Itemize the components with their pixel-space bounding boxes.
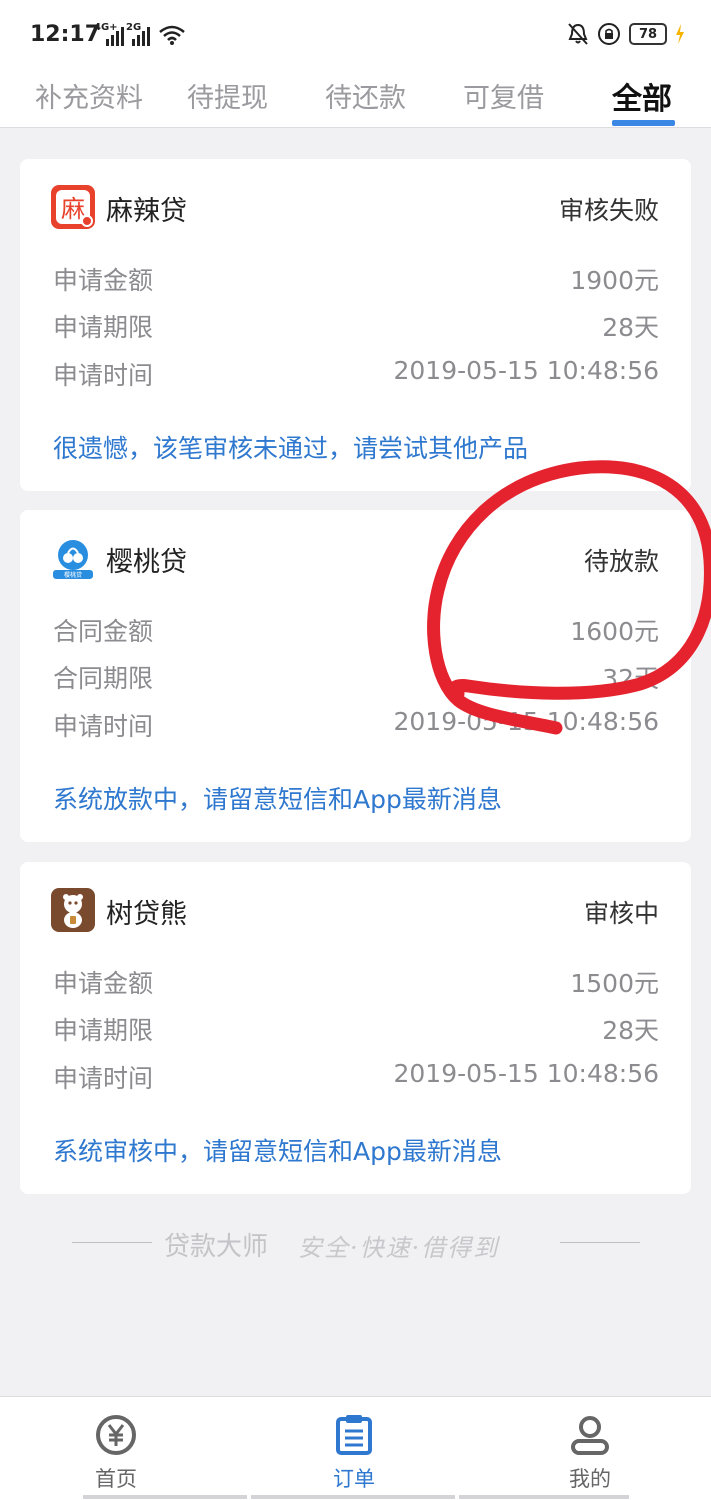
slogan-divider-right xyxy=(560,1242,640,1243)
order-status: 待放款 xyxy=(583,547,659,576)
slogan-tagline: 安全·快速·借得到 xyxy=(298,1234,500,1262)
rotation-lock-icon xyxy=(598,23,620,45)
user-icon xyxy=(571,1416,609,1455)
order-card-3[interactable]: 树贷熊 审核中 申请金额 1500元 申请期限 28天 申请时间 2019-05… xyxy=(20,862,691,1194)
row-value: 28天 xyxy=(602,313,659,342)
row-label: 申请时间 xyxy=(53,1064,154,1093)
row-label: 申请金额 xyxy=(53,266,154,295)
row-label: 申请时间 xyxy=(53,361,154,390)
order-message[interactable]: 很遗憾，该笔审核未通过，请尝试其他产品 xyxy=(53,429,528,465)
row-value: 2019-05-15 10:48:56 xyxy=(393,707,659,736)
tab-all[interactable]: 全部 xyxy=(612,74,672,118)
tab-supplement-info[interactable]: 补充资料 xyxy=(35,76,143,115)
bottom-nav: 首页 订单 我的 xyxy=(0,1396,711,1500)
status-time: 12:17 xyxy=(30,22,101,47)
yuan-icon xyxy=(96,1415,136,1455)
logo-char: 麻 xyxy=(61,195,85,223)
order-status: 审核失败 xyxy=(558,196,659,225)
row-value: 1900元 xyxy=(570,266,659,295)
row-value: 2019-05-15 10:48:56 xyxy=(393,356,659,385)
row-label: 申请期限 xyxy=(53,313,154,342)
nav-profile[interactable]: 我的 xyxy=(530,1409,650,1495)
order-message[interactable]: 系统审核中，请留意短信和App最新消息 xyxy=(53,1132,502,1168)
tab-indicator xyxy=(612,120,675,126)
order-card-1[interactable]: 麻 麻辣贷 审核失败 申请金额 1900元 申请期限 28天 申请时间 2019… xyxy=(20,159,691,491)
row-label: 合同期限 xyxy=(53,664,154,693)
signal-4g-icon: 4G+ xyxy=(94,22,124,48)
row-value: 32天 xyxy=(602,664,659,693)
row-value: 1600元 xyxy=(570,617,659,646)
slogan-divider-left xyxy=(72,1242,152,1243)
nav-label: 我的 xyxy=(569,1467,611,1491)
charging-icon xyxy=(676,24,684,44)
nav-label: 订单 xyxy=(333,1467,375,1491)
nav-label: 首页 xyxy=(95,1467,137,1491)
slogan: 贷款大师 安全·快速·借得到 xyxy=(0,1222,711,1262)
bell-muted-icon xyxy=(568,23,588,45)
tab-reborrowable[interactable]: 可复借 xyxy=(463,76,544,115)
signal-2g-icon: 2G xyxy=(126,22,156,48)
nav-orders[interactable]: 订单 xyxy=(294,1409,414,1495)
order-icon xyxy=(336,1415,372,1455)
tab-pending-repayment[interactable]: 待还款 xyxy=(325,76,406,115)
nav-bottom-bars xyxy=(83,1495,629,1499)
row-value: 1500元 xyxy=(570,969,659,998)
row-label: 申请期限 xyxy=(53,1016,154,1045)
row-label: 申请时间 xyxy=(53,712,154,741)
product-name: 麻辣贷 xyxy=(106,196,187,227)
malaidai-logo-icon: 麻 xyxy=(51,185,95,229)
order-card-2[interactable]: 樱桃贷 樱桃贷 待放款 合同金额 1600元 合同期限 32天 申请时间 201… xyxy=(20,510,691,842)
row-label: 申请金额 xyxy=(53,969,154,998)
logo-char: 樱桃贷 xyxy=(64,571,82,579)
row-label: 合同金额 xyxy=(53,617,154,646)
bear-logo-icon xyxy=(51,888,95,932)
yingtaodai-logo-icon: 樱桃贷 xyxy=(51,536,95,580)
nav-home[interactable]: 首页 xyxy=(56,1409,176,1495)
product-name: 树贷熊 xyxy=(106,899,187,930)
order-message[interactable]: 系统放款中，请留意短信和App最新消息 xyxy=(53,780,502,816)
order-status: 审核中 xyxy=(583,899,659,928)
status-bar: 12:17 4G+ 2G 78 xyxy=(0,0,711,70)
status-right: 78 xyxy=(567,22,685,46)
slogan-brand: 贷款大师 xyxy=(164,1232,269,1262)
battery-indicator: 78 xyxy=(629,23,667,45)
row-value: 2019-05-15 10:48:56 xyxy=(393,1059,659,1088)
row-value: 28天 xyxy=(602,1016,659,1045)
tab-bar: 补充资料 待提现 待还款 可复借 全部 xyxy=(0,70,711,128)
wifi-icon xyxy=(159,25,185,45)
tab-pending-withdrawal[interactable]: 待提现 xyxy=(187,76,268,115)
product-name: 樱桃贷 xyxy=(106,547,187,578)
